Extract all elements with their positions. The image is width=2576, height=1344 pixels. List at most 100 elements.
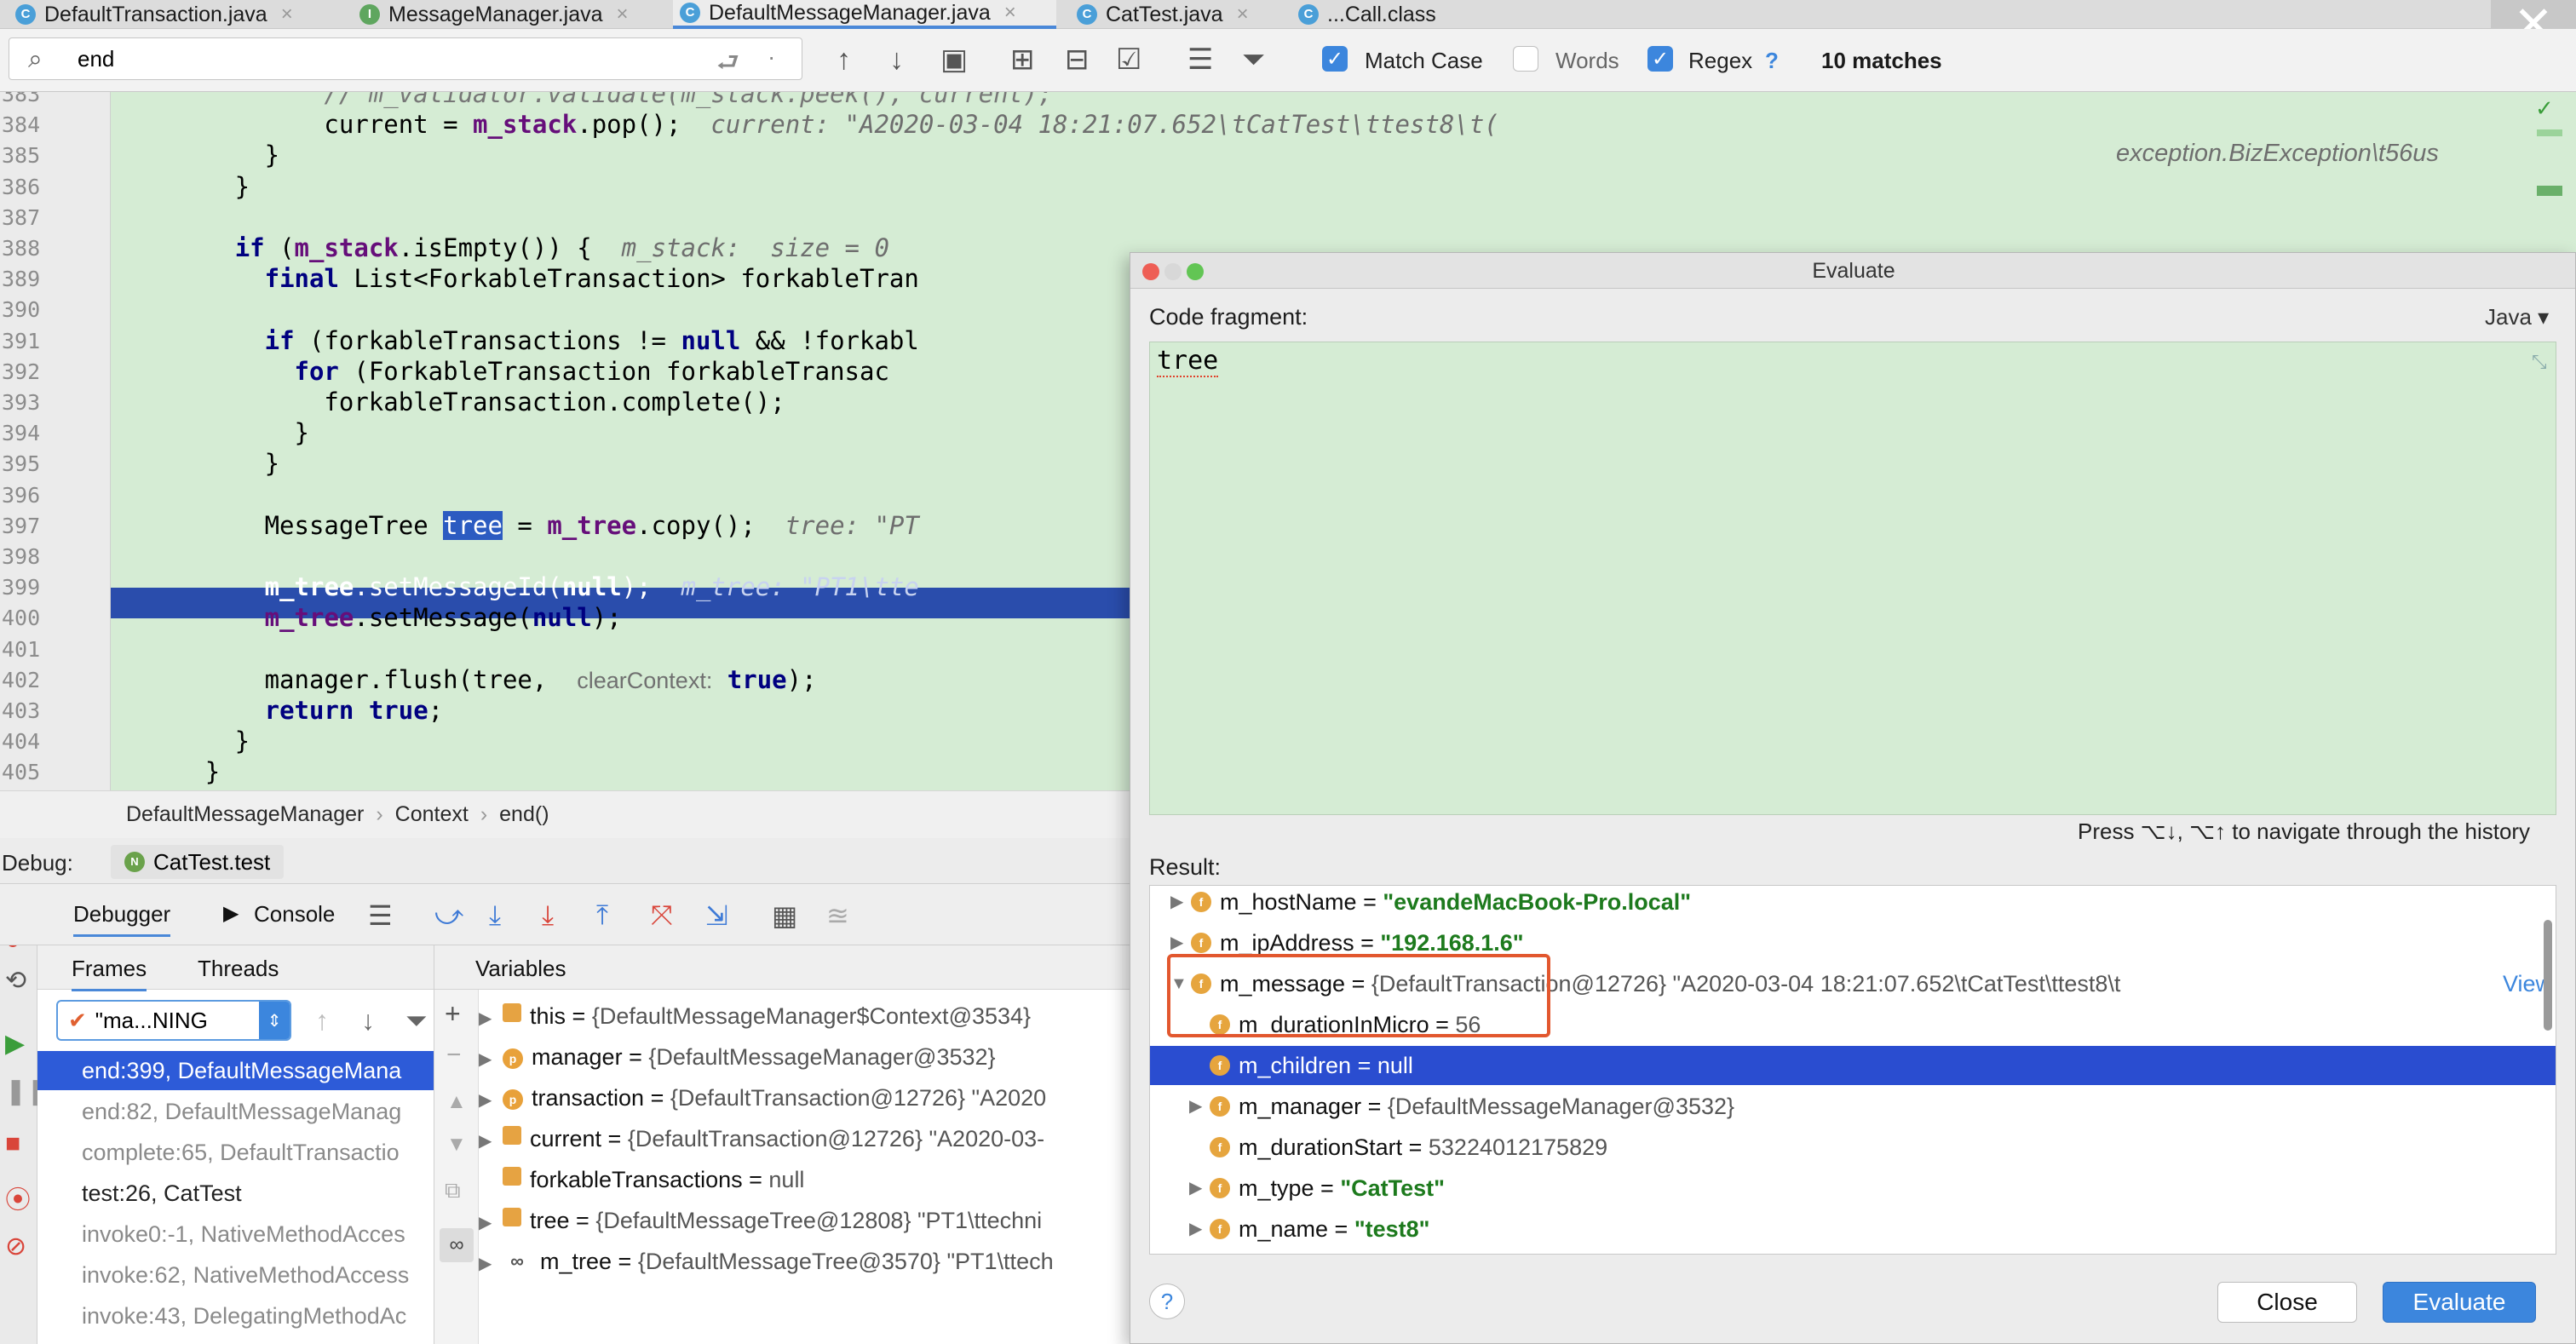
add-watch-icon[interactable]: + <box>445 998 461 1030</box>
filter-icon[interactable]: ⏷ <box>1242 44 1265 75</box>
remove-occurrence-icon[interactable]: ⊟ <box>1065 44 1090 75</box>
debug-session-tab[interactable]: N CatTest.test <box>111 845 285 879</box>
code-line[interactable]: return true; <box>116 695 444 726</box>
search-icon[interactable]: ⌕ <box>28 45 43 74</box>
variable-row[interactable]: ▶ p manager = {DefaultMessageManager@3532} <box>479 1037 996 1077</box>
code-line[interactable]: for (ForkableTransaction forkableTransac <box>116 356 889 387</box>
expand-icon[interactable]: ▶ <box>1189 1209 1202 1249</box>
menu-icon[interactable]: ☰ <box>368 899 393 932</box>
previous-frame-icon[interactable]: ↑ <box>315 1005 329 1037</box>
breadcrumb-context[interactable]: Context <box>395 802 469 827</box>
code-line[interactable]: m_tree.setMessageId(null); m_tree: "PT1\… <box>116 571 919 602</box>
watches-glasses-icon[interactable]: ∞ <box>440 1228 474 1262</box>
clear-icon[interactable]: · <box>768 43 775 71</box>
filter-frames-icon[interactable]: ⏷ <box>405 1005 428 1037</box>
code-fragment-text[interactable]: tree <box>1157 346 1219 377</box>
newline-icon[interactable]: ⮐ <box>716 43 739 87</box>
code-fragment-editor[interactable]: tree ⤡ <box>1149 342 2556 815</box>
code-line[interactable] <box>116 294 205 325</box>
editor-tab[interactable]: C DefaultMessageManager.java × <box>673 0 1056 29</box>
expand-icon[interactable]: ▶ <box>1189 1169 1202 1208</box>
show-all-icon[interactable]: ▣ <box>940 44 968 75</box>
stack-frame[interactable]: invoke:62, NativeMethodAccess <box>37 1255 434 1295</box>
code-line[interactable]: MessageTree tree = m_tree.copy(); tree: … <box>116 510 919 541</box>
regex-checkbox[interactable]: ✓ <box>1647 46 1673 72</box>
expand-icon[interactable]: ▶ <box>479 1203 503 1243</box>
tab-console[interactable]: ▶ Console <box>223 901 335 928</box>
code-line[interactable]: if (forkableTransactions != null && !for… <box>116 325 919 356</box>
expand-icon[interactable]: ▶ <box>1189 1250 1202 1254</box>
close-tab-icon[interactable]: × <box>1237 3 1249 26</box>
expand-icon[interactable]: ▶ <box>1189 1087 1202 1126</box>
copy-icon[interactable]: ⧉ <box>445 1177 461 1204</box>
code-line[interactable] <box>116 202 205 233</box>
breadcrumb-method[interactable]: end() <box>499 802 549 827</box>
variable-row[interactable]: ▶ p transaction = {DefaultTransaction@1272… <box>479 1078 1046 1117</box>
trace-icon[interactable]: ≊ <box>826 899 849 932</box>
editor-gutter[interactable]: 383 384 385 386 387 388 389 390 391 392 393 394 395 3… <box>0 92 111 790</box>
thread-selector[interactable]: ✔ "ma...NING ⇕ <box>56 1000 291 1041</box>
breadcrumb-class[interactable]: DefaultMessageManager <box>126 802 364 827</box>
restore-layout-icon[interactable]: ⟲ <box>5 966 26 996</box>
expand-icon[interactable]: ▶ <box>1170 886 1183 922</box>
step-over-icon[interactable]: ⤓ <box>489 899 501 932</box>
result-tree[interactable]: ▶ f m_hostName = "evandeMacBook-Pro.local"… <box>1149 885 2556 1255</box>
code-line[interactable] <box>116 541 205 571</box>
collapse-icon[interactable]: ⤡ <box>2532 351 2547 373</box>
next-frame-icon[interactable]: ↓ <box>361 1005 375 1037</box>
view-breakpoints-icon[interactable]: ⦿ <box>5 1179 31 1216</box>
tab-debugger[interactable]: Debugger <box>73 901 171 937</box>
expand-icon[interactable]: ▶ <box>479 1244 503 1284</box>
editor-tab[interactable]: C ...Call.class <box>1291 0 1555 29</box>
code-line[interactable] <box>116 634 205 664</box>
expand-icon[interactable]: ▶ <box>479 1081 503 1120</box>
stack-frame[interactable]: test:26, CatTest <box>37 1174 434 1213</box>
window-minimize-icon[interactable] <box>1164 263 1182 280</box>
result-row[interactable]: f m_children = null <box>1150 1046 2556 1085</box>
close-tab-icon[interactable]: × <box>617 3 629 26</box>
result-row[interactable]: ▶ f m_type = "CatTest" <box>1150 1169 2556 1208</box>
code-line[interactable]: final List<ForkableTransaction> forkable… <box>116 263 919 294</box>
result-row[interactable]: ▶fm_status = "com.dianping.technician.ex… <box>1150 1250 2556 1254</box>
tab-frames[interactable]: Frames <box>72 956 147 991</box>
expand-icon[interactable]: ▶ <box>479 1122 503 1161</box>
code-line[interactable]: if (m_stack.isEmpty()) { m_stack: size =… <box>116 233 889 263</box>
code-line[interactable]: forkableTransaction.complete(); <box>116 387 785 417</box>
stop-square-icon[interactable]: ■ <box>5 1129 20 1158</box>
regex-label[interactable]: Regex <box>1688 48 1752 74</box>
stack-frame[interactable]: end:399, DefaultMessageMana <box>37 1051 434 1090</box>
code-line[interactable]: } <box>116 448 279 479</box>
step-into-icon[interactable]: ⤓ <box>542 899 554 932</box>
resume-icon[interactable]: ▶ <box>5 1029 25 1059</box>
move-up-icon[interactable]: ▲ <box>446 1090 467 1114</box>
evaluate-expression-icon[interactable]: ▦ <box>772 899 797 932</box>
match-case-label[interactable]: Match Case <box>1365 48 1483 74</box>
variable-row[interactable]: ▶ current = {DefaultTransaction@12726} "A… <box>479 1119 1044 1158</box>
words-label[interactable]: Words <box>1555 48 1619 74</box>
editor-tab[interactable]: C DefaultTransaction.java × <box>9 0 339 29</box>
language-selector[interactable]: Java ▾ <box>2485 304 2549 330</box>
match-case-checkbox[interactable]: ✓ <box>1322 46 1348 72</box>
variable-row[interactable]: forkableTransactions = null <box>479 1160 804 1199</box>
expand-icon[interactable]: ▶ <box>479 999 503 1038</box>
mute-breakpoints-icon[interactable]: ⊘ <box>5 1232 26 1261</box>
variable-row[interactable]: ▶ ∞ m_tree = {DefaultMessageTree@3570} "PT… <box>479 1242 1054 1281</box>
words-checkbox[interactable] <box>1513 46 1538 72</box>
close-tab-icon[interactable]: × <box>1004 1 1016 25</box>
drop-frame-icon[interactable]: ⤧ <box>651 899 673 932</box>
previous-occurrence-icon[interactable]: ↑ <box>837 44 851 75</box>
variable-row[interactable]: ▶ tree = {DefaultMessageTree@12808} "PT1\… <box>479 1201 1042 1240</box>
result-row[interactable]: ▶ f m_name = "test8" <box>1150 1209 2556 1249</box>
window-close-icon[interactable] <box>1142 263 1159 280</box>
step-out-icon[interactable]: ⤒ <box>596 899 608 932</box>
search-input[interactable] <box>78 45 708 72</box>
code-line[interactable]: manager.flush(tree, clearContext: true); <box>116 664 817 695</box>
add-occurrence-icon[interactable]: ⊞ <box>1010 44 1035 75</box>
evaluate-button[interactable]: Evaluate <box>2383 1282 2536 1323</box>
variable-row[interactable]: ▶ this = {DefaultMessageManager$Context@3… <box>479 997 1031 1036</box>
code-line[interactable]: // m_validator.validate(m_stack.peek(), … <box>116 92 1053 109</box>
expand-icon[interactable]: ▶ <box>479 1040 503 1079</box>
regex-help-link[interactable]: ? <box>1765 48 1779 74</box>
code-line[interactable]: } <box>116 756 220 787</box>
stack-frame[interactable]: complete:65, DefaultTransactio <box>37 1133 434 1172</box>
